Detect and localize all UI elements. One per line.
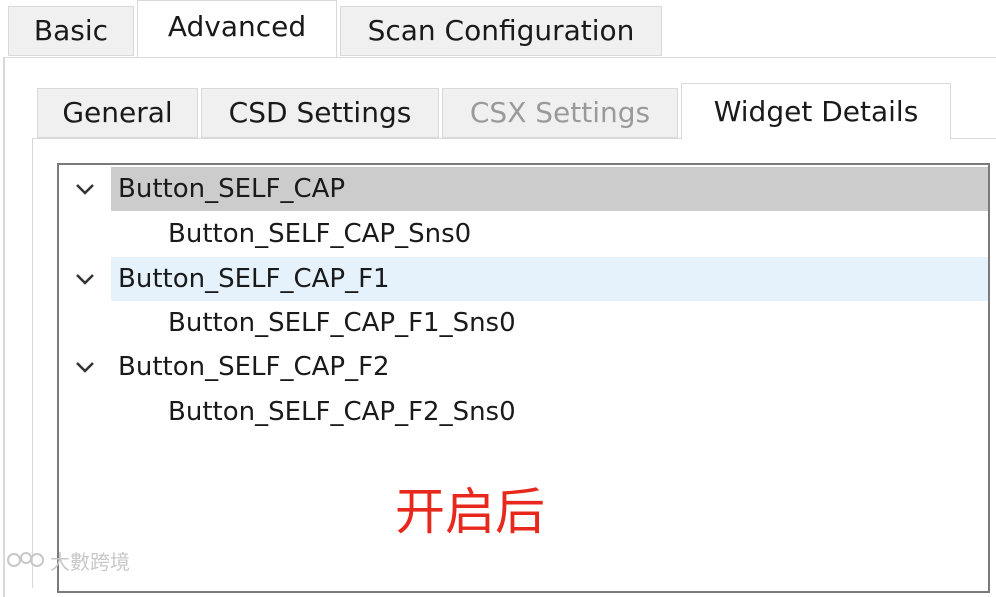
tree-item-widget[interactable]: Button_SELF_CAP [59, 167, 990, 211]
tree-item-widget[interactable]: Button_SELF_CAP_F2 [59, 345, 990, 389]
chevron-down-icon[interactable] [71, 167, 99, 211]
tab-basic[interactable]: Basic [8, 6, 134, 56]
tab-csx-settings: CSX Settings [442, 88, 678, 138]
divider [3, 57, 138, 58]
tree-item-sensor[interactable]: Button_SELF_CAP_F1_Sns0 [59, 301, 990, 345]
annotation-caption: 开启后 [395, 483, 545, 541]
tree-item-label: Button_SELF_CAP_F1_Sns0 [168, 308, 516, 338]
watermark: 大數跨境 [6, 545, 130, 575]
tab-advanced[interactable]: Advanced [137, 0, 337, 58]
chevron-down-icon[interactable] [71, 257, 99, 301]
tree-item-label: Button_SELF_CAP_F1 [118, 264, 390, 294]
tab-widget-details[interactable]: Widget Details [681, 83, 951, 139]
chevron-down-icon[interactable] [71, 345, 99, 389]
dialog-window: Basic Advanced Scan Configuration Genera… [0, 0, 996, 597]
tree-item-label: Button_SELF_CAP_Sns0 [168, 219, 472, 249]
outer-tab-strip: Basic Advanced Scan Configuration [0, 0, 996, 58]
watermark-text: 大數跨境 [50, 549, 130, 574]
tree-item-label: Button_SELF_CAP_F2_Sns0 [168, 397, 516, 427]
tree-item-label: Button_SELF_CAP_F2 [118, 352, 390, 382]
watermark-logo-icon [7, 552, 44, 567]
tab-scan-configuration[interactable]: Scan Configuration [340, 6, 662, 56]
tab-csd-settings[interactable]: CSD Settings [201, 88, 439, 138]
tree-item-sensor[interactable]: Button_SELF_CAP_F2_Sns0 [59, 390, 990, 434]
tree-item-label: Button_SELF_CAP [118, 174, 346, 204]
divider [337, 57, 996, 58]
tree-item-sensor[interactable]: Button_SELF_CAP_Sns0 [59, 212, 990, 256]
tab-general[interactable]: General [37, 88, 198, 138]
tree-item-widget[interactable]: Button_SELF_CAP_F1 [59, 257, 990, 301]
